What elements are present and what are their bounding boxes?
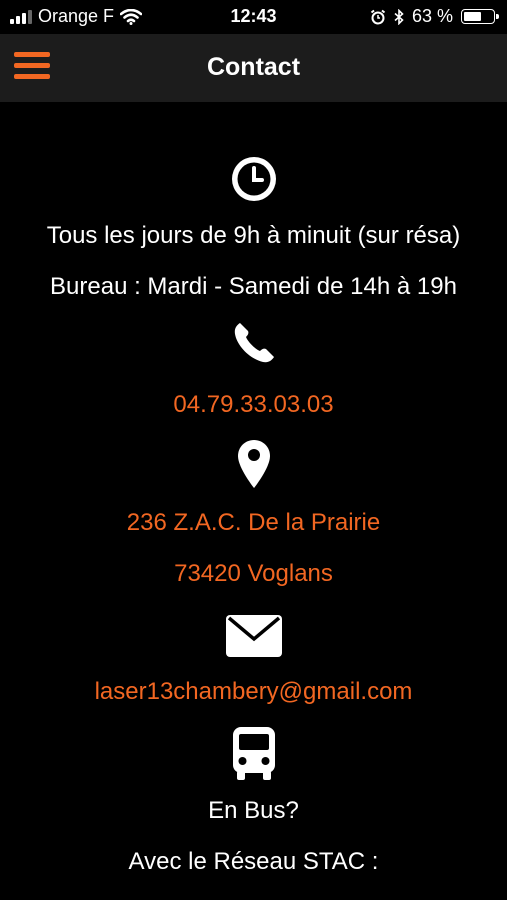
address-line-2-link[interactable]: 73420 Voglans xyxy=(0,559,507,589)
bus-title: En Bus? xyxy=(208,797,299,824)
bus-icon xyxy=(232,727,275,780)
app-header: Contact xyxy=(0,34,507,102)
page-title: Contact xyxy=(206,53,301,81)
bluetooth-icon xyxy=(394,8,404,25)
alarm-icon xyxy=(370,9,386,24)
bus-network: Avec le Réseau STAC : xyxy=(128,848,379,875)
clock-icon xyxy=(231,157,276,201)
status-right: 63 % xyxy=(370,6,499,27)
phone-icon[interactable] xyxy=(231,320,277,366)
phone-number-link[interactable]: 04.79.33.03.03 xyxy=(0,390,507,420)
status-bar: Orange F 12:43 63 % xyxy=(0,0,507,34)
hours-line-1: Tous les jours de 9h à minuit (sur résa) xyxy=(46,222,461,249)
battery-level xyxy=(464,12,481,21)
email-link[interactable]: laser13chambery@gmail.com xyxy=(0,677,507,707)
battery-percent: 63 % xyxy=(411,6,453,26)
battery-icon xyxy=(461,9,499,24)
hours-line-2: Bureau : Mardi - Samedi de 14h à 19h xyxy=(50,273,457,300)
map-pin-icon[interactable] xyxy=(236,438,272,490)
address-line-1-link[interactable]: 236 Z.A.C. De la Prairie xyxy=(0,508,507,538)
envelope-icon[interactable] xyxy=(225,614,283,658)
